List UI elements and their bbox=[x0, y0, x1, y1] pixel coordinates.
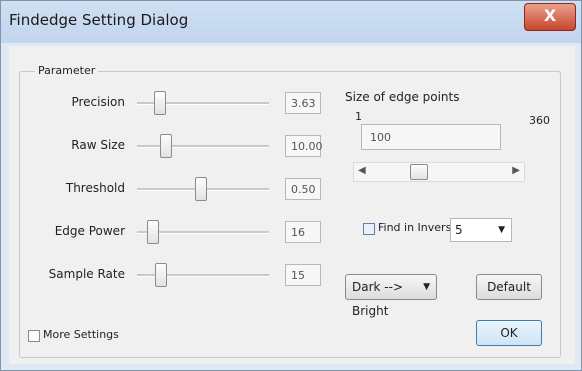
ok-button[interactable]: OK bbox=[476, 320, 542, 346]
default-button[interactable]: Default bbox=[476, 274, 542, 300]
sample-rate-label: Sample Rate bbox=[48, 267, 125, 281]
threshold-slider-thumb[interactable] bbox=[195, 177, 207, 201]
find-inverse-value: 5 bbox=[455, 223, 463, 237]
chevron-down-icon: ▼ bbox=[423, 282, 430, 292]
scroll-left-icon[interactable]: ◀ bbox=[358, 165, 366, 176]
scroll-right-icon[interactable]: ▶ bbox=[512, 165, 520, 176]
find-inverse-select[interactable]: 5 ▼ bbox=[450, 218, 512, 242]
edge-points-field[interactable]: 100 bbox=[361, 124, 501, 150]
edge-points-min-label: 1 bbox=[355, 110, 362, 123]
sample-rate-value-field[interactable]: 15 bbox=[285, 264, 321, 286]
precision-slider-thumb[interactable] bbox=[154, 91, 166, 115]
more-settings-label: More Settings bbox=[43, 328, 119, 341]
close-button[interactable]: X bbox=[524, 3, 576, 31]
threshold-label: Threshold bbox=[65, 181, 125, 195]
raw-size-slider-track[interactable] bbox=[137, 145, 269, 148]
parameter-group bbox=[19, 71, 561, 358]
parameter-legend: Parameter bbox=[35, 64, 99, 77]
edge-points-scrollbar[interactable]: ◀ ▶ bbox=[353, 162, 525, 182]
edge-points-scroll-thumb[interactable] bbox=[410, 164, 428, 180]
raw-size-slider-thumb[interactable] bbox=[160, 134, 172, 158]
raw-size-label: Raw Size bbox=[71, 138, 125, 152]
more-settings-checkbox[interactable] bbox=[28, 330, 40, 342]
dialog-body: Parameter Precision 3.63 Raw Size 10.00 … bbox=[9, 46, 575, 364]
chevron-down-icon: ▼ bbox=[498, 225, 505, 235]
find-inverse-label: Find in Inverse bbox=[378, 221, 459, 234]
raw-size-value-field[interactable]: 10.00 bbox=[285, 135, 323, 157]
dialog-window: Findedge Setting Dialog X Parameter Prec… bbox=[0, 0, 582, 371]
edge-power-value-field[interactable]: 16 bbox=[285, 221, 321, 243]
edge-points-title: Size of edge points bbox=[345, 90, 460, 104]
edge-power-slider-thumb[interactable] bbox=[147, 220, 159, 244]
sample-rate-slider-thumb[interactable] bbox=[155, 263, 167, 287]
edge-points-max-label: 360 bbox=[529, 114, 550, 127]
precision-value-field[interactable]: 3.63 bbox=[285, 92, 321, 114]
title-bar[interactable]: Findedge Setting Dialog X bbox=[1, 1, 581, 43]
threshold-value-field[interactable]: 0.50 bbox=[285, 178, 321, 200]
window-title: Findedge Setting Dialog bbox=[9, 11, 189, 29]
direction-dropdown[interactable]: Dark --> Bright ▼ bbox=[345, 274, 437, 318]
precision-label: Precision bbox=[71, 95, 125, 109]
edge-power-label: Edge Power bbox=[54, 224, 125, 238]
find-inverse-checkbox[interactable] bbox=[363, 223, 375, 235]
